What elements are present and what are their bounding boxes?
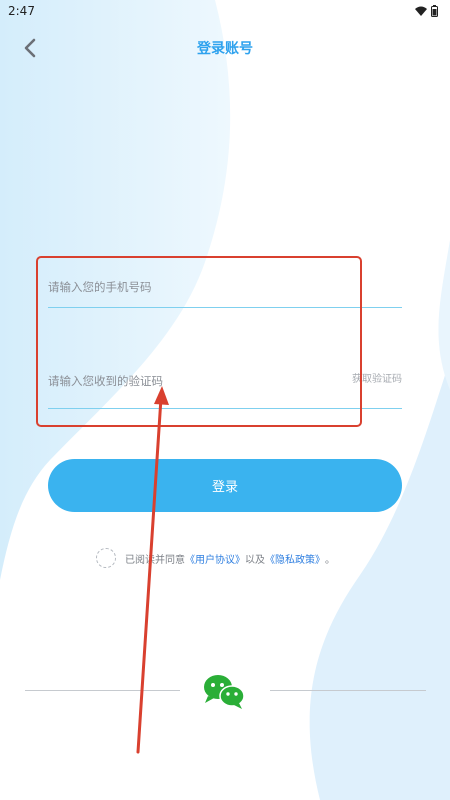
get-code-button[interactable]: 获取验证码 bbox=[352, 370, 402, 385]
code-input[interactable] bbox=[48, 362, 338, 400]
code-field: 获取验证码 bbox=[48, 360, 402, 409]
user-agreement-link[interactable]: 《用户协议》 bbox=[185, 551, 245, 566]
divider-left bbox=[25, 690, 180, 691]
status-bar: 2:47 bbox=[0, 0, 450, 22]
privacy-policy-link[interactable]: 《隐私政策》 bbox=[265, 551, 325, 566]
agreement-joiner: 以及 bbox=[245, 554, 265, 566]
divider-right bbox=[270, 690, 426, 691]
checkbox-circle-icon[interactable] bbox=[96, 548, 116, 568]
wifi-icon bbox=[415, 6, 427, 16]
page-title: 登录账号 bbox=[197, 41, 253, 57]
phone-field bbox=[48, 268, 402, 308]
phone-input[interactable] bbox=[48, 268, 338, 306]
status-icons bbox=[415, 5, 438, 17]
battery-icon bbox=[431, 5, 438, 17]
agreement-row: 已阅读并同意 《用户协议》 以及 《隐私政策》 。 bbox=[96, 546, 335, 570]
status-time: 2:47 bbox=[8, 4, 35, 18]
login-button[interactable]: 登录 bbox=[48, 459, 402, 512]
agreement-suffix: 。 bbox=[325, 554, 335, 566]
nav-bar: 登录账号 bbox=[0, 30, 450, 66]
agreement-prefix: 已阅读并同意 bbox=[125, 554, 185, 566]
wechat-login-button[interactable] bbox=[200, 672, 250, 712]
wechat-icon bbox=[204, 675, 245, 709]
